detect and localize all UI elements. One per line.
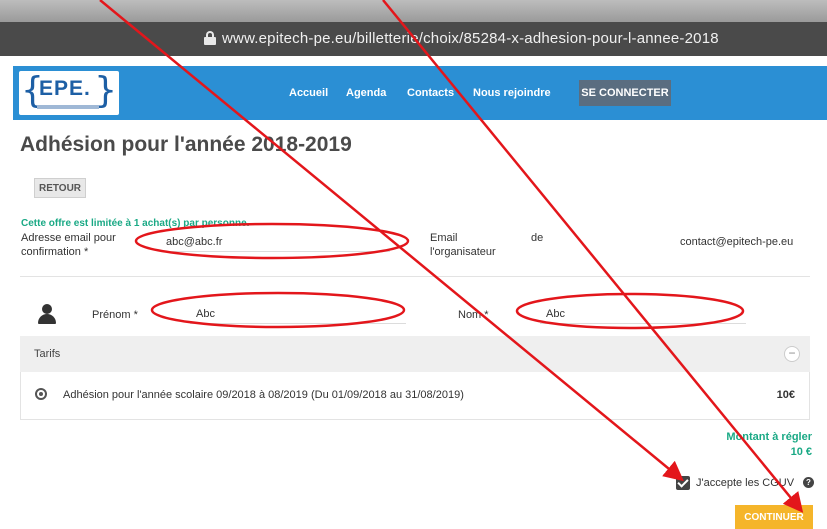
email-label-line2: confirmation *	[21, 246, 89, 258]
nav-accueil[interactable]: Accueil	[289, 87, 328, 99]
nav-nous-rejoindre[interactable]: Nous rejoindre	[473, 87, 551, 99]
cguv-checkbox[interactable]	[676, 476, 690, 490]
collapse-icon[interactable]: −	[784, 346, 800, 362]
email-field[interactable]	[160, 232, 390, 252]
montant-value: 10 €	[790, 446, 812, 458]
retour-button[interactable]: RETOUR	[34, 178, 86, 198]
tarif-price: 10€	[776, 389, 795, 401]
browser-url-bar[interactable]: www.epitech-pe.eu/billetterie/choix/8528…	[0, 22, 827, 56]
limit-note: Cette offre est limitée à 1 achat(s) par…	[21, 218, 250, 229]
prenom-label: Prénom *	[92, 309, 138, 321]
nav-contacts[interactable]: Contacts	[407, 87, 454, 99]
organizer-email: contact@epitech-pe.eu	[680, 236, 794, 248]
email-label-line1: Adresse email pour	[21, 232, 116, 244]
radio-selected-icon[interactable]	[35, 388, 47, 400]
organizer-label-line2: l'organisateur	[430, 246, 496, 258]
nav-agenda[interactable]: Agenda	[346, 87, 386, 99]
help-icon[interactable]: ?	[803, 477, 814, 488]
lock-icon	[204, 31, 216, 45]
continuer-button[interactable]: CONTINUER	[735, 505, 813, 529]
prenom-field[interactable]	[190, 304, 406, 324]
section-divider	[20, 276, 810, 277]
tarifs-label: Tarifs	[34, 348, 61, 360]
url-text: www.epitech-pe.eu/billetterie/choix/8528…	[222, 30, 719, 47]
organizer-label-line1: Email	[430, 232, 458, 244]
organizer-label-de: de	[531, 232, 544, 244]
montant-a-regler: Montant à régler 10 €	[726, 430, 812, 460]
tarif-description: Adhésion pour l'année scolaire 09/2018 à…	[63, 389, 464, 401]
se-connecter-button[interactable]: SE CONNECTER	[579, 80, 671, 106]
top-photo-shade	[0, 0, 827, 22]
nom-label: Nom *	[458, 309, 489, 321]
cguv-label[interactable]: J'accepte les CGUV	[696, 477, 794, 489]
epe-logo[interactable]: {EPE.}	[19, 71, 119, 115]
person-icon	[38, 304, 56, 324]
site-navbar: {EPE.} Accueil Agenda Contacts Nous rejo…	[13, 66, 827, 120]
tarifs-header[interactable]: Tarifs −	[20, 336, 810, 372]
tarif-row[interactable]: Adhésion pour l'année scolaire 09/2018 à…	[20, 372, 810, 420]
nom-field[interactable]	[540, 304, 746, 324]
page-title: Adhésion pour l'année 2018-2019	[20, 133, 352, 156]
montant-label: Montant à régler	[726, 431, 812, 443]
